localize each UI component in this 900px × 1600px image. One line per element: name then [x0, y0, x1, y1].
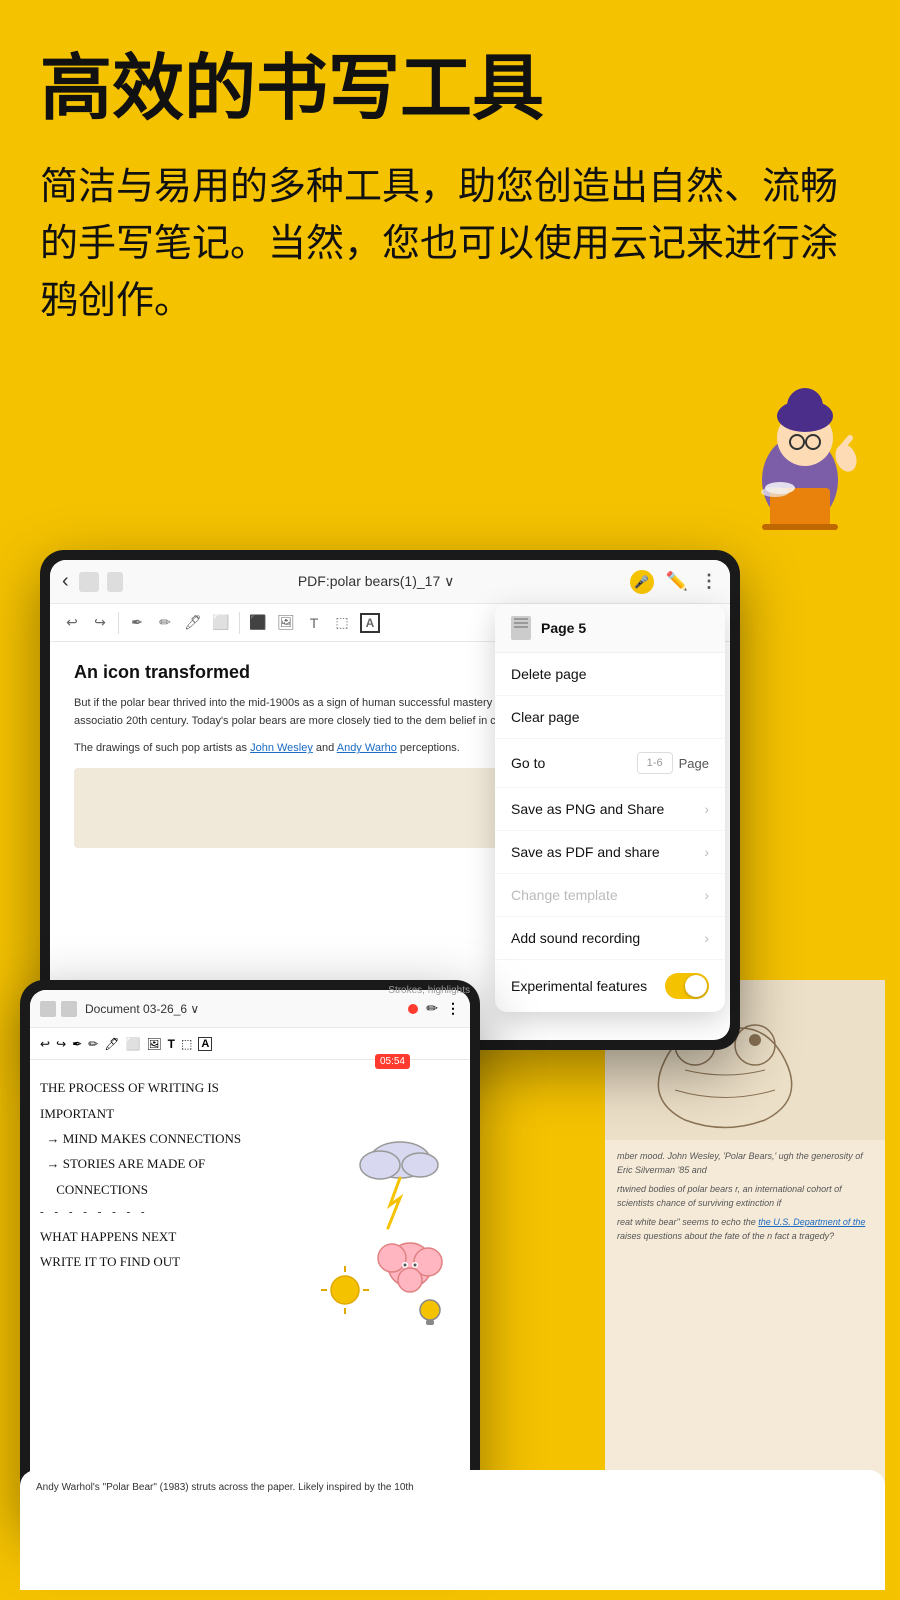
link-andy-warhol[interactable]: Andy Warho	[337, 742, 397, 754]
menu-delete-page[interactable]: Delete page	[495, 653, 725, 696]
main-title: 高效的书写工具	[40, 50, 860, 129]
pdf-right-content: mber mood. John Wesley, 'Polar Bears,' u…	[605, 980, 885, 1520]
bookmark-icon	[107, 572, 123, 592]
handwriting-area: 05:54 THE PROCESS OF WRITING IS IMPORTAN…	[30, 1060, 470, 1510]
goto-label: Go to	[511, 755, 545, 771]
main-tablet-screen: ‹ PDF:polar bears(1)_17 ∨ 🎤 ✏️ ⋮ ↩ ↪ ✒ ✏	[50, 560, 730, 1040]
save-pdf-arrow: ›	[704, 844, 709, 860]
illustration-area	[0, 370, 900, 530]
clear-page-label: Clear page	[511, 709, 580, 725]
pdf-text-3: reat white bear" seems to echo the the U…	[617, 1216, 873, 1243]
menu-change-template[interactable]: Change template ›	[495, 874, 725, 917]
menu-experimental[interactable]: Experimental features	[495, 960, 725, 1012]
main-tablet-topbar: ‹ PDF:polar bears(1)_17 ∨ 🎤 ✏️ ⋮	[50, 560, 730, 604]
topbar-right-controls: 🎤 ✏️ ⋮	[630, 570, 718, 594]
menu-clear-page[interactable]: Clear page	[495, 696, 725, 739]
bottom-citation: Andy Warhol's "Polar Bear" (1983) struts…	[36, 1480, 869, 1495]
dept-link[interactable]: the U.S. Department of the	[758, 1217, 865, 1227]
add-recording-label: Add sound recording	[511, 930, 640, 946]
toggle-knob	[685, 975, 707, 997]
t2-pencil[interactable]: ✏	[426, 1000, 438, 1017]
change-template-label: Change template	[511, 887, 618, 903]
t2-right-controls: ✏ ⋮	[408, 1000, 460, 1017]
main-tablet: ‹ PDF:polar bears(1)_17 ∨ 🎤 ✏️ ⋮ ↩ ↪ ✒ ✏	[40, 550, 740, 1050]
menu-goto[interactable]: Go to Page	[495, 739, 725, 788]
redo-button[interactable]: ↪	[90, 613, 110, 633]
menu-page-title: Page 5	[541, 620, 586, 636]
strokes-label: Strokes, highlights	[388, 990, 470, 996]
topbar-icons	[79, 572, 123, 592]
add-recording-arrow: ›	[704, 930, 709, 946]
save-pdf-label: Save as PDF and share	[511, 844, 660, 860]
save-png-label: Save as PNG and Share	[511, 801, 664, 817]
t2-grid-icon-2	[61, 1001, 77, 1017]
eraser-tool[interactable]: ⬜	[211, 613, 231, 633]
menu-add-recording[interactable]: Add sound recording ›	[495, 917, 725, 960]
context-menu: Page 5 Delete page Clear page Go to Page	[495, 604, 725, 1012]
goto-input[interactable]	[637, 752, 673, 774]
bottom-strip: Andy Warhol's "Polar Bear" (1983) struts…	[20, 1470, 885, 1590]
experimental-label: Experimental features	[511, 978, 647, 994]
change-template-arrow: ›	[704, 887, 709, 903]
experimental-toggle[interactable]	[665, 973, 709, 999]
shape-insert[interactable]: ⬚	[332, 613, 352, 633]
t2-highlight[interactable]: 🖊	[104, 1037, 119, 1051]
document-title[interactable]: PDF:polar bears(1)_17 ∨	[298, 573, 455, 590]
link-john-wesley[interactable]: John Wesley	[250, 742, 313, 754]
goto-controls: Page	[637, 752, 709, 774]
text-insert[interactable]: T	[304, 613, 324, 633]
pen-tool[interactable]: ✒	[127, 613, 147, 633]
image-insert[interactable]: 🖼	[276, 613, 296, 633]
t2-pencil-tool[interactable]: ✏	[88, 1037, 98, 1051]
t2-pen[interactable]: ✒	[72, 1037, 82, 1051]
toolbar-divider-1	[118, 612, 119, 634]
doodle-area	[320, 1070, 460, 1350]
t2-redo[interactable]: ↪	[56, 1037, 66, 1051]
toolbar-divider-2	[239, 612, 240, 634]
second-tablet: Document 03-26_6 ∨ ✏ ⋮ ↩ ↪ ✒ ✏ 🖊 ⬜ 🖼 T ⬚…	[20, 980, 480, 1520]
page-icon	[511, 616, 531, 640]
t2-eraser[interactable]: ⬜	[125, 1037, 140, 1051]
mic-icon[interactable]: 🎤	[630, 570, 654, 594]
t2-image[interactable]: 🖼	[146, 1037, 161, 1051]
selection-tool[interactable]: ⬛	[248, 613, 268, 633]
pdf-text-2: rtwined bodies of polar bears r, an inte…	[617, 1183, 873, 1210]
sub-title: 简洁与易用的多种工具，助您创造出自然、流畅的手写笔记。当然，您也可以使用云记来进…	[40, 159, 860, 330]
devices-area: ‹ PDF:polar bears(1)_17 ∨ 🎤 ✏️ ⋮ ↩ ↪ ✒ ✏	[0, 540, 900, 1590]
pdf-text-1: mber mood. John Wesley, 'Polar Bears,' u…	[617, 1150, 873, 1177]
page-suffix: Page	[679, 756, 709, 771]
second-tablet-title[interactable]: Document 03-26_6 ∨	[85, 1002, 199, 1016]
t2-undo[interactable]: ↩	[40, 1037, 50, 1051]
doodle-svg	[320, 1070, 460, 1350]
header-section: 高效的书写工具 简洁与易用的多种工具，助您创造出自然、流畅的手写笔记。当然，您也…	[0, 0, 900, 370]
t2-shape[interactable]: ⬚	[181, 1037, 192, 1051]
menu-save-pdf[interactable]: Save as PDF and share ›	[495, 831, 725, 874]
text-recognition[interactable]: A	[360, 613, 380, 633]
undo-button[interactable]: ↩	[62, 613, 82, 633]
t2-text[interactable]: T	[168, 1037, 175, 1051]
back-button[interactable]: ‹	[62, 570, 69, 593]
pencil-icon[interactable]: ✏️	[666, 571, 688, 592]
save-png-arrow: ›	[704, 801, 709, 817]
pencil-tool[interactable]: ✏	[155, 613, 175, 633]
grid-icon	[79, 572, 99, 592]
t2-recog[interactable]: A	[198, 1037, 212, 1051]
t2-more[interactable]: ⋮	[446, 1000, 460, 1017]
character-illustration	[720, 370, 880, 530]
recording-indicator	[408, 1004, 418, 1014]
highlighter-tool[interactable]: 🖊	[183, 613, 203, 633]
timer-badge: 05:54	[375, 1054, 410, 1069]
delete-page-label: Delete page	[511, 666, 587, 682]
more-menu-button[interactable]: ⋮	[700, 571, 718, 592]
second-tablet-screen: Document 03-26_6 ∨ ✏ ⋮ ↩ ↪ ✒ ✏ 🖊 ⬜ 🖼 T ⬚…	[30, 990, 470, 1510]
menu-save-png[interactable]: Save as PNG and Share ›	[495, 788, 725, 831]
menu-header: Page 5	[495, 604, 725, 653]
t2-grid-icons	[40, 1001, 77, 1017]
t2-grid-icon-1	[40, 1001, 56, 1017]
pdf-text-area: mber mood. John Wesley, 'Polar Bears,' u…	[605, 1140, 885, 1259]
